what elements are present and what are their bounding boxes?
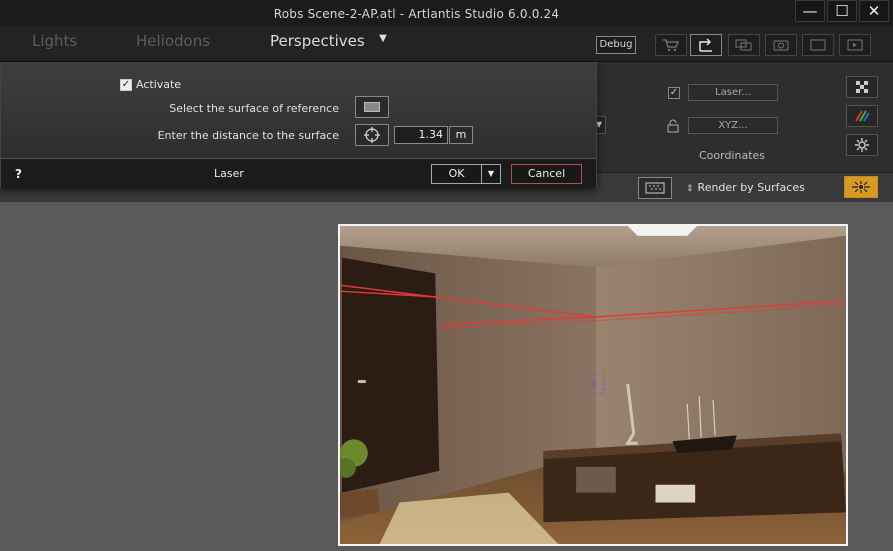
laser-coordinates-field[interactable]: Laser... <box>688 84 778 101</box>
lock-icon[interactable] <box>666 119 680 133</box>
coordinates-label: Coordinates <box>698 149 766 162</box>
close-button[interactable]: ✕ <box>859 0 889 22</box>
updown-arrow-icon: ⇕ <box>686 184 694 194</box>
surface-icon <box>364 102 380 112</box>
windows-icon[interactable] <box>728 34 760 56</box>
tab-lights[interactable]: Lights <box>32 32 77 50</box>
select-surface-button[interactable] <box>355 96 389 118</box>
distance-label: Enter the distance to the surface <box>157 129 339 142</box>
render-preview[interactable] <box>338 224 848 546</box>
distance-input[interactable]: 1.34 <box>394 126 448 144</box>
ok-dropdown-button[interactable]: ▼ <box>481 164 501 184</box>
mode-tabs-bar: Lights Heliodons Perspectives ▼ Debug <box>0 26 893 62</box>
debug-button[interactable]: Debug <box>596 36 636 54</box>
unit-selector[interactable]: m <box>449 126 473 144</box>
checkbox-checked-icon[interactable]: ✓ <box>120 78 132 91</box>
render-mode-selector[interactable]: ⇕ Render by Surfaces <box>686 181 805 194</box>
laser-dialog: ✓ Activate Select the surface of referen… <box>0 62 597 188</box>
laser-icon <box>852 181 870 193</box>
laser-toggle-button[interactable] <box>844 176 878 198</box>
rgb-icon[interactable] <box>846 105 878 127</box>
surface-reference-label: Select the surface of reference <box>169 102 339 115</box>
pick-point-button[interactable] <box>355 124 389 146</box>
minimize-button[interactable]: — <box>795 0 825 22</box>
help-button[interactable]: ? <box>15 167 22 181</box>
screen-icon[interactable] <box>802 34 834 56</box>
render-mode-label: Render by Surfaces <box>697 181 805 194</box>
window-title: Robs Scene-2-AP.atl - Artlantis Studio 6… <box>273 7 560 21</box>
tab-heliodons[interactable]: Heliodons <box>136 32 210 50</box>
cart-icon[interactable] <box>655 34 687 56</box>
laser-dialog-body: ✓ Activate Select the surface of referen… <box>1 62 596 158</box>
dialog-title: Laser <box>214 167 244 180</box>
ok-button[interactable]: OK <box>431 164 481 184</box>
preview-icon[interactable] <box>638 177 672 199</box>
export-icon[interactable] <box>690 34 722 56</box>
xyz-coordinates-field[interactable]: XYZ... <box>688 117 778 134</box>
chevron-down-icon[interactable]: ▼ <box>375 33 391 47</box>
gear-icon[interactable] <box>846 134 878 156</box>
crosshair-icon <box>364 127 380 143</box>
cancel-button[interactable]: Cancel <box>511 164 582 184</box>
title-bar: Robs Scene-2-AP.atl - Artlantis Studio 6… <box>0 0 893 26</box>
media-icon[interactable] <box>839 34 871 56</box>
activate-checkbox[interactable]: ✓ Activate <box>120 78 181 91</box>
checker-icon[interactable] <box>846 76 878 98</box>
window-controls: — ☐ ✕ <box>795 0 889 24</box>
activate-label: Activate <box>136 78 182 91</box>
coordinates-checkbox[interactable]: ✓ <box>668 87 680 99</box>
camera-icon[interactable] <box>765 34 797 56</box>
laser-dialog-footer: ? Laser OK ▼ Cancel <box>1 158 596 188</box>
tab-perspectives[interactable]: Perspectives <box>270 32 365 50</box>
maximize-button[interactable]: ☐ <box>827 0 857 22</box>
